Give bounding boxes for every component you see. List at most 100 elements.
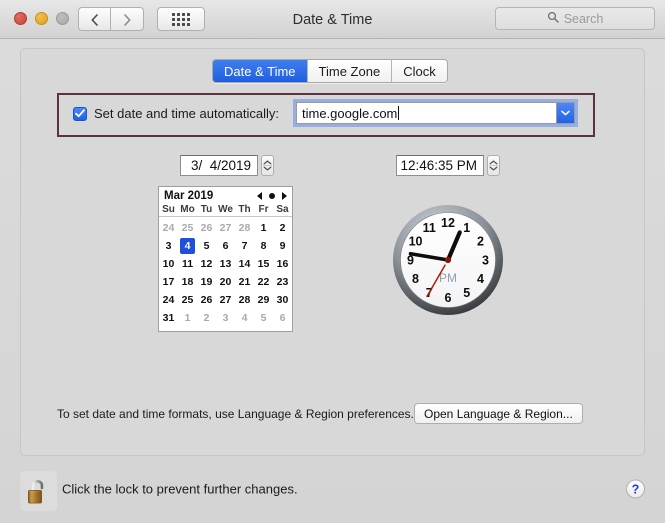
navigation-button-group bbox=[78, 7, 144, 31]
calendar-day[interactable]: 24 bbox=[159, 291, 178, 309]
clock-numeral-2: 2 bbox=[477, 235, 484, 249]
calendar-day[interactable]: 18 bbox=[178, 273, 197, 291]
calendar-day[interactable]: 30 bbox=[273, 291, 292, 309]
calendar-dow-mo: Mo bbox=[180, 204, 195, 215]
calendar-day[interactable]: 5 bbox=[197, 237, 216, 255]
calendar-day[interactable]: 8 bbox=[254, 237, 273, 255]
clock-numeral-8: 8 bbox=[412, 272, 419, 286]
calendar-month-label: Mar 2019 bbox=[164, 190, 214, 202]
format-note: To set date and time formats, use Langua… bbox=[57, 407, 414, 421]
help-button[interactable]: ? bbox=[626, 479, 645, 499]
calendar-day[interactable]: 17 bbox=[159, 273, 178, 291]
show-all-button[interactable] bbox=[157, 7, 205, 31]
calendar-day[interactable]: 31 bbox=[159, 309, 178, 327]
calendar-day[interactable]: 14 bbox=[235, 255, 254, 273]
open-language-region-button[interactable]: Open Language & Region... bbox=[414, 403, 583, 424]
clock-numeral-1: 1 bbox=[463, 221, 470, 235]
calendar-day[interactable]: 6 bbox=[273, 309, 292, 327]
text-cursor bbox=[398, 106, 400, 120]
tab-date-time[interactable]: Date & Time bbox=[213, 60, 307, 82]
traffic-light-group bbox=[14, 12, 69, 25]
tab-time-zone[interactable]: Time Zone bbox=[306, 60, 392, 82]
calendar-day[interactable]: 27 bbox=[216, 219, 235, 237]
calendar-day[interactable]: 15 bbox=[254, 255, 273, 273]
preferences-window: Date & Time Search Date & Time Time Zone… bbox=[0, 0, 665, 523]
lock-message: Click the lock to prevent further change… bbox=[62, 481, 298, 497]
calendar-day[interactable]: 28 bbox=[235, 219, 254, 237]
time-server-value: time.google.com bbox=[302, 105, 398, 121]
search-icon bbox=[547, 10, 559, 28]
calendar-day[interactable]: 29 bbox=[254, 291, 273, 309]
calendar-header: Mar 2019 bbox=[159, 187, 292, 204]
tab-clock[interactable]: Clock bbox=[391, 60, 447, 82]
calendar-weekday-header: Su Mo Tu We Th Fr Sa bbox=[159, 204, 292, 217]
time-stepper[interactable] bbox=[487, 155, 500, 176]
auto-time-row: Set date and time automatically: bbox=[73, 106, 279, 121]
calendar-widget[interactable]: Mar 2019 Su Mo Tu We Th Fr Sa 24 25 26 27 28 1 2 3 4 5 6… bbox=[158, 186, 293, 332]
calendar-day[interactable]: 3 bbox=[159, 237, 178, 255]
clock-numeral-3: 3 bbox=[482, 253, 489, 267]
forward-button[interactable] bbox=[111, 7, 144, 31]
calendar-dow-we: We bbox=[218, 204, 233, 215]
calendar-day[interactable]: 1 bbox=[254, 219, 273, 237]
clock-numeral-12: 12 bbox=[441, 216, 455, 230]
time-input[interactable]: 12:46:35 PM bbox=[396, 155, 484, 176]
calendar-day[interactable]: 24 bbox=[159, 219, 178, 237]
zoom-button[interactable] bbox=[56, 12, 69, 25]
back-button[interactable] bbox=[78, 7, 111, 31]
grid-icon bbox=[172, 12, 190, 26]
calendar-day[interactable]: 27 bbox=[216, 291, 235, 309]
calendar-day[interactable]: 12 bbox=[197, 255, 216, 273]
calendar-day[interactable]: 3 bbox=[216, 309, 235, 327]
calendar-day[interactable]: 20 bbox=[216, 273, 235, 291]
calendar-day[interactable]: 28 bbox=[235, 291, 254, 309]
calendar-day[interactable]: 25 bbox=[178, 219, 197, 237]
calendar-day[interactable]: 23 bbox=[273, 273, 292, 291]
time-server-combobox[interactable]: time.google.com bbox=[296, 102, 575, 124]
calendar-day[interactable]: 16 bbox=[273, 255, 292, 273]
calendar-day[interactable]: 5 bbox=[254, 309, 273, 327]
calendar-dow-tu: Tu bbox=[200, 204, 213, 215]
analog-clock: 121234567891011 PM bbox=[392, 204, 504, 316]
clock-numeral-5: 5 bbox=[463, 286, 470, 300]
calendar-day[interactable]: 4 bbox=[235, 309, 254, 327]
calendar-day[interactable]: 11 bbox=[178, 255, 197, 273]
search-field[interactable]: Search bbox=[495, 7, 655, 30]
calendar-day[interactable]: 10 bbox=[159, 255, 178, 273]
calendar-day[interactable]: 21 bbox=[235, 273, 254, 291]
calendar-day[interactable]: 9 bbox=[273, 237, 292, 255]
calendar-next-icon[interactable] bbox=[282, 192, 287, 200]
date-stepper[interactable] bbox=[261, 155, 274, 176]
calendar-day[interactable]: 6 bbox=[216, 237, 235, 255]
calendar-day[interactable]: 7 bbox=[235, 237, 254, 255]
calendar-day[interactable]: 13 bbox=[216, 255, 235, 273]
calendar-today-icon[interactable] bbox=[269, 193, 275, 199]
set-automatically-label: Set date and time automatically: bbox=[94, 106, 279, 121]
checkmark-icon bbox=[75, 109, 85, 118]
calendar-prev-icon[interactable] bbox=[257, 192, 262, 200]
clock-numeral-11: 11 bbox=[423, 221, 436, 235]
search-placeholder: Search bbox=[563, 11, 604, 26]
clock-meridiem: PM bbox=[439, 271, 457, 285]
date-input[interactable]: 3/ 4/2019 bbox=[180, 155, 258, 176]
calendar-day[interactable]: 26 bbox=[197, 291, 216, 309]
calendar-day[interactable]: 2 bbox=[197, 309, 216, 327]
calendar-day[interactable]: 26 bbox=[197, 219, 216, 237]
lock-button[interactable] bbox=[20, 471, 57, 511]
close-button[interactable] bbox=[14, 12, 27, 25]
calendar-day[interactable]: 19 bbox=[197, 273, 216, 291]
calendar-day[interactable]: 1 bbox=[178, 309, 197, 327]
calendar-nav bbox=[257, 192, 287, 200]
minimize-button[interactable] bbox=[35, 12, 48, 25]
calendar-day[interactable]: 22 bbox=[254, 273, 273, 291]
time-field-group: 12:46:35 PM bbox=[396, 155, 500, 176]
calendar-dow-fr: Fr bbox=[258, 204, 269, 215]
calendar-day-selected[interactable]: 4 bbox=[180, 238, 195, 254]
chevron-down-icon bbox=[561, 110, 570, 116]
calendar-day[interactable]: 2 bbox=[273, 219, 292, 237]
set-automatically-checkbox[interactable] bbox=[73, 106, 87, 121]
time-server-dropdown-button[interactable] bbox=[556, 103, 574, 123]
calendar-day-grid[interactable]: 24 25 26 27 28 1 2 3 4 5 6 7 8 9 10 11 12 13 14 15 16 17 18 19 2… bbox=[159, 217, 292, 327]
calendar-day[interactable]: 25 bbox=[178, 291, 197, 309]
date-field-group: 3/ 4/2019 bbox=[180, 155, 274, 176]
